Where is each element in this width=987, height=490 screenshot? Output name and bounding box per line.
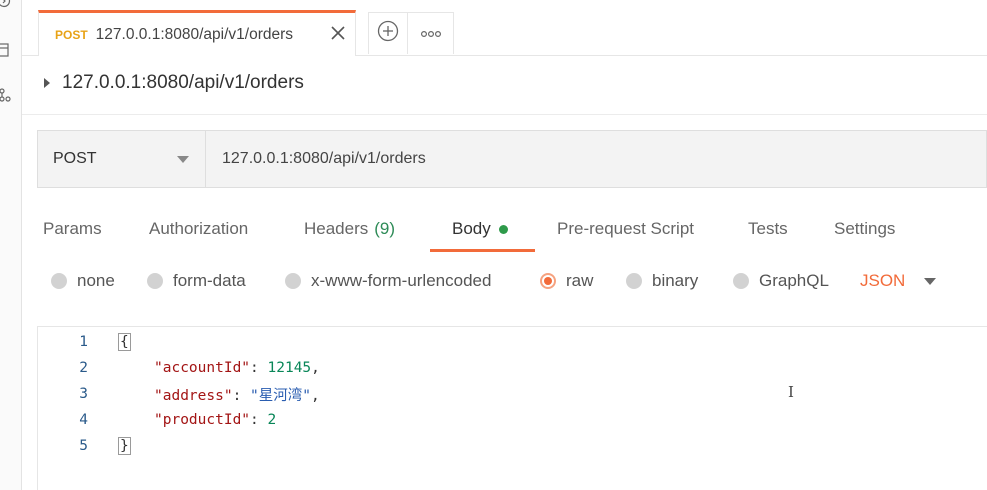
line-number: 3 — [79, 386, 88, 402]
language-label: JSON — [860, 271, 906, 290]
text-cursor-icon: I — [788, 383, 794, 401]
tab-params[interactable]: Params — [43, 206, 102, 252]
json-separator: , — [311, 360, 320, 376]
radio-label: x-www-form-urlencoded — [311, 271, 492, 290]
radio-icon — [285, 273, 301, 289]
code-text: } — [118, 437, 131, 455]
tab-method-badge: POST — [55, 27, 88, 42]
radio-icon — [733, 273, 749, 289]
tab-label: Params — [43, 219, 102, 238]
sidebar-rail — [0, 0, 22, 490]
radio-graphql[interactable]: GraphQL — [733, 264, 829, 298]
radio-binary[interactable]: binary — [626, 264, 698, 298]
more-icon — [420, 25, 442, 43]
chevron-down-icon[interactable] — [924, 278, 936, 285]
request-bar: POST — [37, 130, 987, 188]
history-icon[interactable] — [0, 0, 14, 8]
code-text: "address": "星河湾", — [154, 387, 320, 404]
json-value: 2 — [267, 412, 277, 428]
more-tabs-button[interactable] — [408, 12, 454, 54]
tab-label: Settings — [834, 219, 896, 238]
chevron-down-icon — [177, 156, 189, 163]
plus-icon — [377, 20, 399, 47]
code-text: "accountId": 12145, — [154, 360, 320, 376]
tab-label: Body — [452, 219, 491, 238]
radio-icon — [147, 273, 163, 289]
radio-label: binary — [652, 271, 699, 290]
body-type-options: none form-data x-www-form-urlencoded raw… — [22, 264, 987, 300]
api-icon[interactable] — [0, 88, 14, 102]
close-icon[interactable] — [329, 24, 347, 42]
code-line: 1 { — [38, 329, 987, 355]
request-tabs: Params Authorization Headers (9) Body Pr… — [22, 206, 987, 254]
json-key: "address" — [154, 387, 233, 404]
tab-strip: POST 127.0.0.1:8080/api/v1/orders — [22, 0, 987, 56]
code-text: "productId": 2 — [154, 412, 277, 428]
active-tab-underline — [430, 249, 535, 252]
url-input[interactable] — [206, 131, 986, 187]
line-number: 2 — [79, 360, 88, 376]
open-brace: { — [118, 333, 131, 351]
tab-label: Authorization — [149, 219, 249, 238]
collections-icon[interactable] — [0, 43, 14, 57]
radio-label: form-data — [173, 271, 246, 290]
code-line: 3 "address": "星河湾", — [38, 381, 987, 407]
radio-x-www-form-urlencoded[interactable]: x-www-form-urlencoded — [285, 264, 491, 298]
method-select[interactable]: POST — [38, 131, 206, 187]
request-tab[interactable]: POST 127.0.0.1:8080/api/v1/orders — [38, 10, 356, 56]
code-line: 2 "accountId": 12145, — [38, 355, 987, 381]
body-indicator-dot — [498, 224, 508, 234]
line-number: 1 — [79, 334, 88, 350]
tab-title: 127.0.0.1:8080/api/v1/orders — [95, 25, 294, 43]
tab-label: Tests — [748, 219, 788, 238]
tab-authorization[interactable]: Authorization — [149, 206, 248, 252]
json-value: 12145 — [267, 360, 312, 376]
divider — [22, 114, 987, 115]
tab-settings[interactable]: Settings — [834, 206, 895, 252]
request-name: 127.0.0.1:8080/api/v1/orders — [62, 72, 304, 93]
radio-form-data[interactable]: form-data — [147, 264, 246, 298]
tab-tests[interactable]: Tests — [748, 206, 788, 252]
tab-pre-request-script[interactable]: Pre-request Script — [557, 206, 694, 252]
radio-label: GraphQL — [759, 271, 829, 290]
caret-right-icon[interactable] — [44, 78, 50, 88]
json-separator: , — [311, 387, 320, 404]
radio-none[interactable]: none — [51, 264, 115, 298]
code-editor[interactable]: 1 { 2 "accountId": 12145, 3 "address": "… — [37, 326, 987, 490]
json-key: "productId" — [154, 412, 251, 428]
code-text: { — [118, 333, 131, 351]
code-line: 4 "productId": 2 — [38, 407, 987, 433]
line-number: 4 — [79, 412, 88, 428]
radio-icon — [51, 273, 67, 289]
code-line: 5 } — [38, 433, 987, 459]
json-key: "accountId" — [154, 360, 251, 376]
tab-body[interactable]: Body — [452, 206, 508, 252]
radio-icon — [626, 273, 642, 289]
headers-count: (9) — [374, 219, 396, 238]
breadcrumb[interactable]: 127.0.0.1:8080/api/v1/orders — [44, 72, 304, 94]
radio-label: none — [77, 271, 115, 290]
radio-label: raw — [566, 271, 594, 290]
tab-label: Headers — [304, 219, 369, 238]
new-tab-button[interactable] — [368, 12, 408, 54]
line-number: 5 — [79, 438, 88, 454]
json-value: "星河湾" — [250, 387, 312, 404]
radio-selected-icon — [540, 273, 556, 289]
language-select[interactable]: JSON — [860, 264, 905, 298]
tab-label: Pre-request Script — [557, 219, 694, 238]
tab-headers[interactable]: Headers (9) — [304, 206, 395, 252]
close-brace: } — [118, 437, 131, 455]
method-label: POST — [53, 150, 97, 167]
radio-raw[interactable]: raw — [540, 264, 593, 298]
